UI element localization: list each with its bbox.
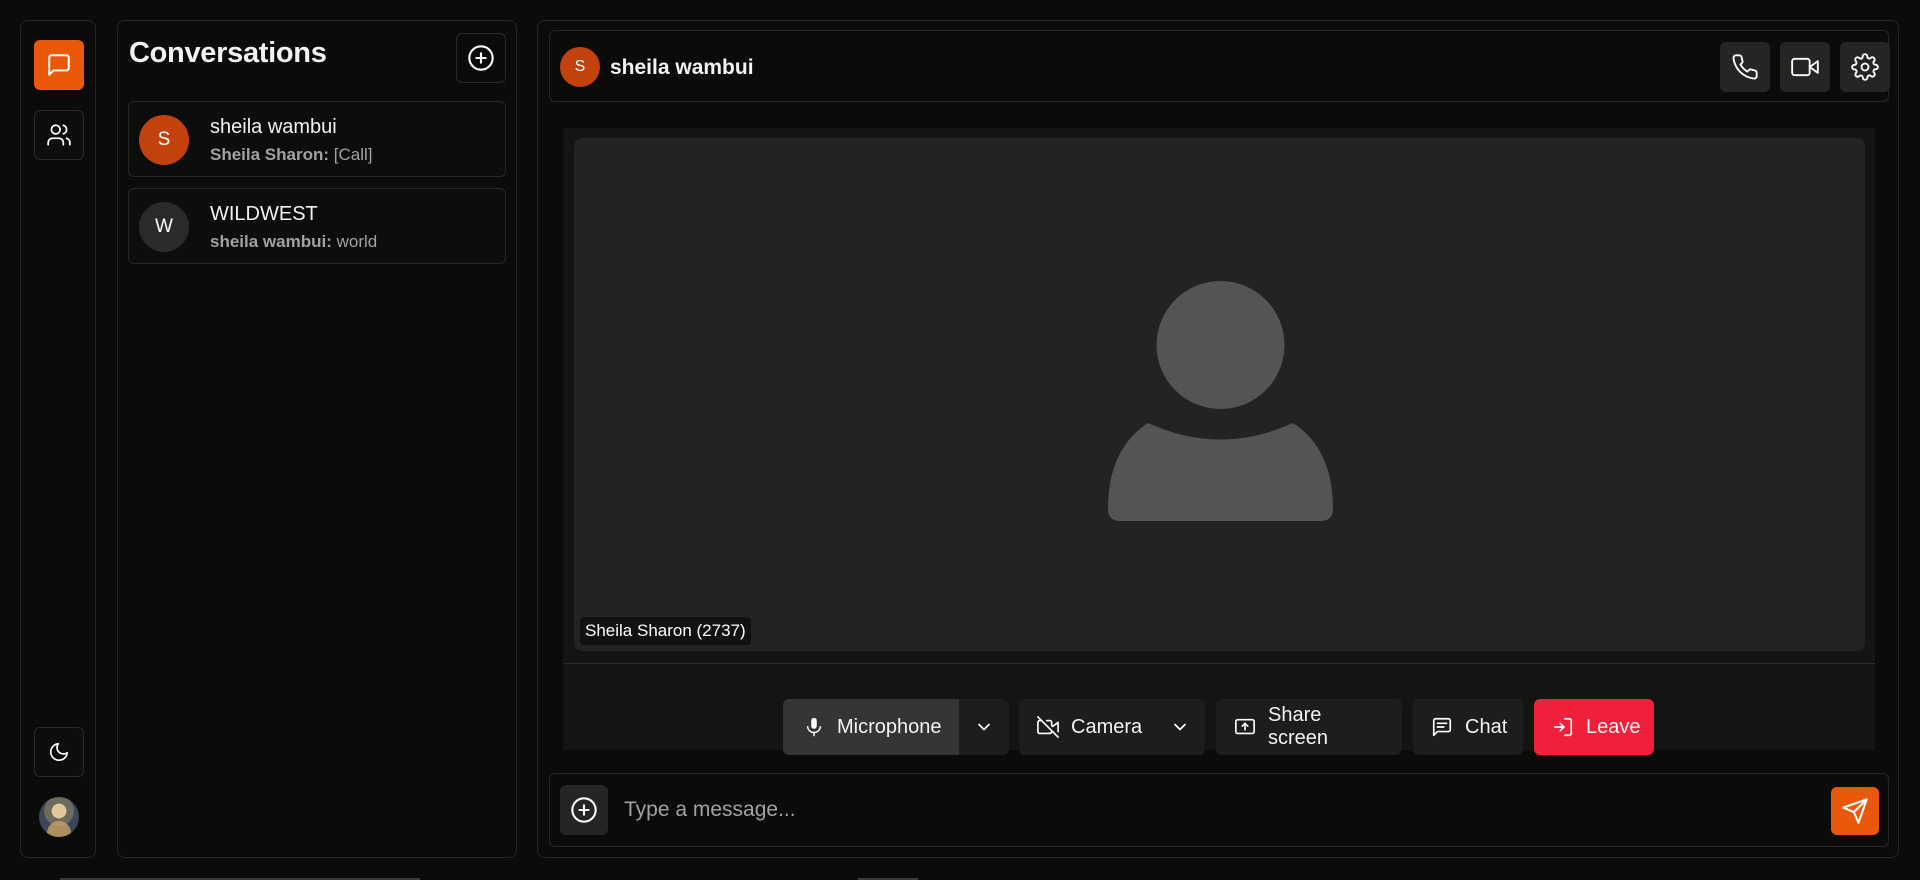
participant-tile: Sheila Sharon (2737)	[574, 138, 1865, 651]
participant-placeholder-icon	[1108, 281, 1333, 521]
camera-button[interactable]: Camera	[1019, 699, 1155, 755]
microphone-label: Microphone	[837, 715, 942, 738]
send-button[interactable]	[1831, 787, 1879, 835]
message-square-icon	[48, 54, 70, 76]
conversation-item[interactable]: S sheila wambui Sheila Sharon: [Call]	[128, 101, 506, 177]
avatar: W	[139, 202, 189, 252]
chevron-down-icon	[978, 723, 990, 731]
leave-button[interactable]: Leave	[1534, 699, 1654, 755]
avatar: S	[560, 47, 600, 87]
phone-icon	[1732, 54, 1758, 80]
share-screen-label: Share screen	[1268, 704, 1329, 749]
chat-icon	[1431, 716, 1453, 738]
contacts-nav-button[interactable]	[34, 110, 84, 160]
video-off-icon	[1037, 716, 1059, 738]
conversation-name: sheila wambui	[210, 116, 337, 138]
divider	[563, 663, 1875, 664]
screen-share-icon	[1234, 716, 1256, 738]
avatar: S	[139, 115, 189, 165]
send-icon	[1842, 798, 1868, 824]
conversation-name: WILDWEST	[210, 203, 318, 225]
new-conversation-button[interactable]	[456, 33, 506, 83]
theme-toggle-button[interactable]	[34, 727, 84, 777]
conversation-preview: Sheila Sharon: [Call]	[210, 145, 373, 165]
microphone-options-button[interactable]	[959, 699, 1009, 755]
chat-title: sheila wambui	[610, 56, 754, 79]
preview-message: [Call]	[333, 145, 373, 164]
settings-icon	[1851, 53, 1879, 81]
chat-button[interactable]: Chat	[1413, 699, 1523, 755]
moon-icon	[49, 742, 69, 762]
chats-nav-button[interactable]	[34, 40, 84, 90]
camera-options-button[interactable]	[1155, 699, 1205, 755]
conversations-sidebar: Conversations S sheila wambui Sheila Sha…	[117, 20, 517, 858]
microphone-control: Microphone	[783, 699, 1009, 755]
conversation-item[interactable]: W WILDWEST sheila wambui: world	[128, 188, 506, 264]
video-call-button[interactable]	[1780, 42, 1830, 92]
share-screen-button[interactable]: Share screen	[1216, 699, 1402, 755]
mic-icon	[803, 716, 825, 738]
chat-label: Chat	[1465, 715, 1508, 738]
leave-label: Leave	[1586, 715, 1641, 738]
camera-label: Camera	[1071, 715, 1143, 738]
conversation-preview: sheila wambui: world	[210, 232, 377, 252]
plus-circle-icon	[468, 45, 494, 71]
chat-header: S sheila wambui	[549, 30, 1890, 102]
voice-call-button[interactable]	[1720, 42, 1770, 92]
nav-rail	[20, 20, 96, 858]
video-call-area: Sheila Sharon (2737) Microphone Camera S…	[563, 128, 1875, 755]
camera-control: Camera	[1019, 699, 1205, 755]
video-icon	[1791, 57, 1819, 77]
microphone-button[interactable]: Microphone	[783, 699, 959, 755]
participant-name-label: Sheila Sharon (2737)	[580, 617, 751, 645]
settings-button[interactable]	[1840, 42, 1890, 92]
sidebar-title: Conversations	[129, 37, 327, 69]
user-avatar[interactable]	[39, 797, 79, 837]
message-input[interactable]	[612, 788, 1812, 832]
preview-sender: Sheila Sharon:	[210, 145, 330, 164]
chat-main: S sheila wambui Sheila Sharon (2737) Mic…	[537, 20, 1899, 858]
preview-message: world	[336, 232, 378, 251]
message-composer	[549, 773, 1889, 847]
users-icon	[47, 124, 71, 146]
preview-sender: sheila wambui:	[210, 232, 332, 251]
chevron-down-icon	[1174, 723, 1186, 731]
plus-circle-icon	[571, 797, 597, 823]
log-out-icon	[1552, 716, 1574, 738]
attach-button[interactable]	[560, 785, 608, 835]
